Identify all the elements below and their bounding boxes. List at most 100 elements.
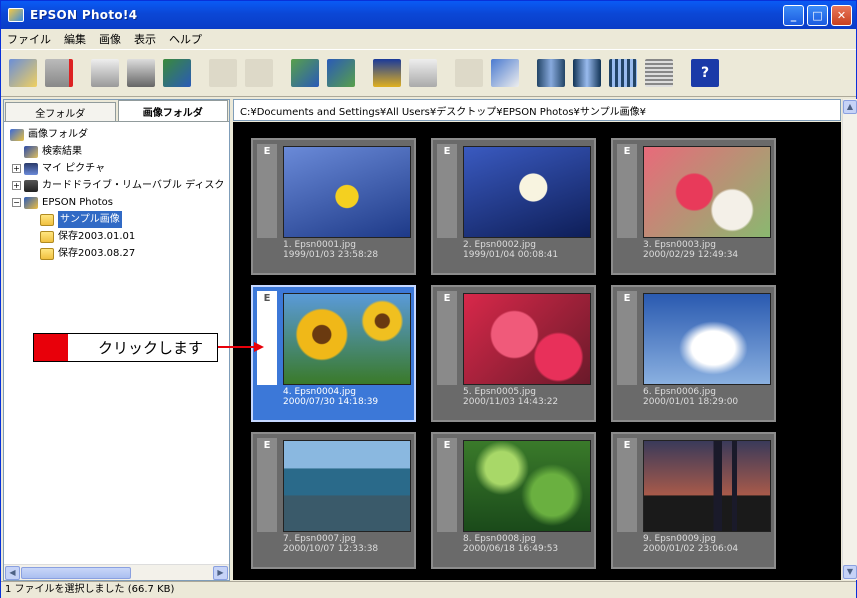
close-icon: ✕ bbox=[836, 9, 847, 22]
thumbnail-item[interactable]: E 6. Epsn0006.jpg 2000/01/01 18:29:00 bbox=[611, 285, 776, 422]
file-date: 2000/01/01 18:29:00 bbox=[643, 397, 739, 407]
tab-all-folders[interactable]: 全フォルダ bbox=[5, 102, 116, 121]
open-folder-icon[interactable] bbox=[9, 59, 37, 87]
file-date: 2000/01/02 23:06:04 bbox=[643, 544, 739, 554]
thumbnail-gallery: E 1. Epsn0001.jpg 1999/01/03 23:58:28 E 2… bbox=[233, 122, 841, 580]
thumbnail-item[interactable]: E 3. Epsn0003.jpg 2000/02/29 12:49:34 bbox=[611, 138, 776, 275]
menu-bar: ファイル 編集 画像 表示 ヘルプ bbox=[1, 29, 856, 48]
thumbnail-item-selected[interactable]: E 4. Epsn0004.jpg 2000/07/30 14:18:39 bbox=[251, 285, 416, 422]
pictures-icon bbox=[24, 162, 38, 175]
thumbnail-caption: 8. Epsn0008.jpg 2000/06/18 16:49:53 bbox=[463, 534, 597, 554]
edit-badge: E bbox=[257, 438, 277, 532]
photo-image bbox=[463, 293, 591, 385]
file-date: 2000/11/03 14:43:22 bbox=[463, 397, 559, 407]
tree-item-epson-photos[interactable]: − EPSON Photos bbox=[12, 194, 113, 211]
tree-label-search: 検索結果 bbox=[42, 146, 82, 157]
toolbar: ? bbox=[1, 49, 856, 97]
app-window: EPSON Photo!4 _ □ ✕ ファイル 編集 画像 表示 ヘルプ ? … bbox=[0, 0, 857, 598]
edit-badge: E bbox=[437, 291, 457, 385]
delete-icon[interactable] bbox=[45, 59, 73, 87]
thumbnail-caption: 6. Epsn0006.jpg 2000/01/01 18:29:00 bbox=[643, 387, 777, 407]
thumbnail-item[interactable]: E 1. Epsn0001.jpg 1999/01/03 23:58:28 bbox=[251, 138, 416, 275]
path-bar: C:¥Documents and Settings¥All Users¥デスクト… bbox=[233, 99, 841, 121]
medium-thumbnails-icon[interactable] bbox=[573, 59, 601, 87]
thumbnail-caption: 3. Epsn0003.jpg 2000/02/29 12:49:34 bbox=[643, 240, 777, 260]
callout-arrow-icon bbox=[218, 342, 264, 352]
tab-image-folders[interactable]: 画像フォルダ bbox=[117, 100, 228, 121]
maximize-button[interactable]: □ bbox=[807, 5, 828, 26]
scroll-right-icon[interactable]: ▶ bbox=[213, 566, 228, 580]
tree-label-save2: 保存2003.08.27 bbox=[58, 248, 136, 259]
expand-icon[interactable]: + bbox=[12, 164, 21, 173]
menu-help[interactable]: ヘルプ bbox=[169, 31, 202, 47]
edit-badge: E bbox=[617, 438, 637, 532]
photo-image bbox=[283, 440, 411, 532]
scroll-down-icon[interactable]: ▼ bbox=[843, 565, 857, 579]
tree-view-icon[interactable] bbox=[455, 59, 483, 87]
thumbnail-item[interactable]: E 8. Epsn0008.jpg 2000/06/18 16:49:53 bbox=[431, 432, 596, 569]
maximize-icon: □ bbox=[812, 9, 823, 22]
scroll-left-icon[interactable]: ◀ bbox=[5, 566, 20, 580]
vertical-scrollbar[interactable]: ▲ ▼ bbox=[842, 99, 857, 580]
file-name: 5. Epsn0005.jpg bbox=[463, 387, 536, 397]
properties-icon[interactable] bbox=[409, 59, 437, 87]
tree-item-root[interactable]: 画像フォルダ bbox=[10, 126, 88, 143]
menu-file[interactable]: ファイル bbox=[7, 31, 51, 47]
image-folder-icon bbox=[10, 128, 24, 141]
edit-badge: E bbox=[437, 144, 457, 238]
file-name: 6. Epsn0006.jpg bbox=[643, 387, 716, 397]
tree-item-save2[interactable]: 保存2003.08.27 bbox=[40, 245, 135, 262]
tree-label-root: 画像フォルダ bbox=[28, 129, 88, 140]
app-icon bbox=[8, 8, 24, 22]
minimize-button[interactable]: _ bbox=[783, 5, 804, 26]
tree-label-save1: 保存2003.01.01 bbox=[58, 231, 136, 242]
photo-image bbox=[643, 440, 771, 532]
file-name: 2. Epsn0002.jpg bbox=[463, 240, 536, 250]
edit-badge: E bbox=[437, 438, 457, 532]
menu-edit[interactable]: 編集 bbox=[64, 31, 86, 47]
photo-image bbox=[283, 146, 411, 238]
thumbnail-item[interactable]: E 5. Epsn0005.jpg 2000/11/03 14:43:22 bbox=[431, 285, 596, 422]
photo-image bbox=[463, 146, 591, 238]
file-date: 2000/07/30 14:18:39 bbox=[283, 397, 379, 407]
expand-icon[interactable]: + bbox=[12, 181, 21, 190]
close-button[interactable]: ✕ bbox=[831, 5, 852, 26]
large-thumbnails-icon[interactable] bbox=[537, 59, 565, 87]
horizontal-scrollbar[interactable]: ◀ ▶ bbox=[4, 564, 229, 580]
folder-tabs: 全フォルダ 画像フォルダ bbox=[4, 100, 229, 122]
thumbnail-item[interactable]: E 2. Epsn0002.jpg 1999/01/04 00:08:41 bbox=[431, 138, 596, 275]
thumbnail-item[interactable]: E 7. Epsn0007.jpg 2000/10/07 12:33:38 bbox=[251, 432, 416, 569]
file-date: 2000/06/18 16:49:53 bbox=[463, 544, 559, 554]
slideshow-icon[interactable] bbox=[373, 59, 401, 87]
tree-item-search[interactable]: 検索結果 bbox=[24, 143, 82, 160]
search-results-icon bbox=[24, 145, 38, 158]
thumbnail-caption: 5. Epsn0005.jpg 2000/11/03 14:43:22 bbox=[463, 387, 597, 407]
edit-image-icon[interactable] bbox=[163, 59, 191, 87]
small-thumbnails-icon[interactable] bbox=[609, 59, 637, 87]
camera-icon[interactable] bbox=[491, 59, 519, 87]
folder-icon bbox=[40, 230, 54, 243]
import-icon[interactable] bbox=[291, 59, 319, 87]
export-icon[interactable] bbox=[327, 59, 355, 87]
photo-image bbox=[463, 440, 591, 532]
tree-item-sample[interactable]: サンプル画像 bbox=[40, 211, 122, 228]
list-view-icon[interactable] bbox=[645, 59, 673, 87]
tree-item-save1[interactable]: 保存2003.01.01 bbox=[40, 228, 135, 245]
menu-view[interactable]: 表示 bbox=[134, 31, 156, 47]
thumbnail-caption: 4. Epsn0004.jpg 2000/07/30 14:18:39 bbox=[283, 387, 417, 407]
help-icon[interactable]: ? bbox=[691, 59, 719, 87]
thumbnail-item[interactable]: E 9. Epsn0009.jpg 2000/01/02 23:06:04 bbox=[611, 432, 776, 569]
scroll-thumb[interactable] bbox=[21, 567, 131, 579]
menu-image[interactable]: 画像 bbox=[99, 31, 121, 47]
tree-item-pictures[interactable]: + マイ ピクチャ bbox=[12, 160, 105, 177]
title-bar[interactable]: EPSON Photo!4 _ □ ✕ bbox=[1, 1, 856, 29]
collapse-icon[interactable]: − bbox=[12, 198, 21, 207]
tree-item-card-drive[interactable]: + カードドライブ・リムーバブル ディスク bbox=[12, 177, 224, 194]
file-name: 9. Epsn0009.jpg bbox=[643, 534, 716, 544]
scroll-up-icon[interactable]: ▲ bbox=[843, 100, 857, 114]
print-icon[interactable] bbox=[127, 59, 155, 87]
undo-icon bbox=[245, 59, 273, 87]
rotate-icon[interactable] bbox=[91, 59, 119, 87]
card-drive-icon bbox=[24, 179, 38, 192]
photo-image bbox=[643, 293, 771, 385]
